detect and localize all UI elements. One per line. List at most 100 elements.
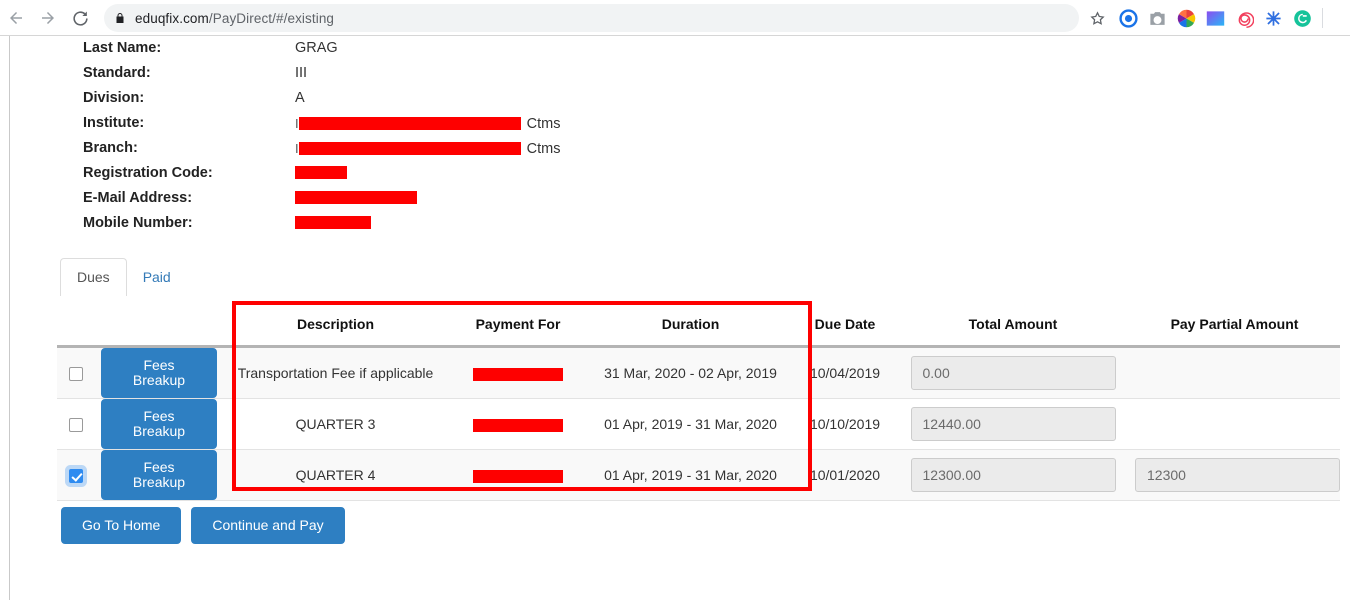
table-header-row: Description Payment For Duration Due Dat… (57, 306, 1340, 348)
row-breakup-cell: Fees Breakup (95, 398, 223, 450)
browser-nav-controls (0, 4, 94, 32)
table-row: Fees Breakup Transportation Fee if appli… (57, 346, 1340, 399)
detail-row-branch: Branch: I Ctms (83, 139, 783, 164)
row-checkbox-cell[interactable] (57, 346, 95, 399)
lock-icon (114, 11, 126, 25)
tab-paid[interactable]: Paid (127, 259, 187, 296)
url-host: eduqfix.com (135, 10, 209, 26)
toolbar-divider (1322, 8, 1323, 28)
detail-value-suffix: Ctms (526, 116, 561, 132)
spiral-extension-icon[interactable] (1235, 9, 1254, 28)
detail-row-mobile-number: Mobile Number: (83, 214, 783, 239)
row-checkbox-cell[interactable] (57, 398, 95, 450)
forward-arrow-icon[interactable] (34, 4, 62, 32)
detail-value: III (295, 65, 308, 81)
header-checkbox (57, 306, 95, 348)
detail-value: A (295, 90, 305, 106)
back-arrow-icon[interactable] (2, 4, 30, 32)
browser-toolbar: eduqfix.com/PayDirect/#/existing (0, 0, 1350, 36)
redaction-bar (295, 166, 347, 179)
row-breakup-cell: Fees Breakup (95, 449, 223, 501)
go-to-home-button[interactable]: Go To Home (61, 507, 182, 544)
detail-label: Registration Code: (83, 165, 213, 181)
extension-icons (1119, 8, 1312, 28)
detail-row-last-name: Last Name: GRAG (83, 39, 783, 64)
detail-label: Institute: (83, 115, 145, 131)
color-wheel-extension-icon[interactable] (1177, 9, 1196, 28)
row-total-amount-cell: 0.00 (897, 346, 1129, 399)
redaction-bar (473, 367, 563, 381)
knot-extension-icon[interactable] (1264, 9, 1283, 28)
detail-row-division: Division: A (83, 89, 783, 114)
header-description: Description (223, 306, 448, 348)
total-amount-input[interactable]: 12440.00 (910, 407, 1116, 441)
row-pay-partial-cell (1129, 398, 1340, 450)
detail-value (295, 164, 347, 183)
row-payment-for (448, 449, 588, 501)
student-details-list: Last Name: GRAG Standard: III Division: … (83, 39, 783, 239)
camera-extension-icon[interactable] (1148, 9, 1167, 28)
detail-label: Standard: (83, 65, 151, 81)
detail-label: Last Name: (83, 40, 162, 56)
redaction-bar (298, 142, 521, 155)
total-amount-input[interactable]: 12300.00 (910, 458, 1116, 492)
header-pay-partial-amount: Pay Partial Amount (1129, 306, 1340, 348)
row-checkbox-cell[interactable] (57, 449, 95, 501)
detail-value (295, 189, 417, 208)
url-path: /PayDirect/#/existing (208, 10, 335, 26)
row-select-checkbox[interactable] (69, 469, 83, 484)
row-duration: 01 Apr, 2019 - 31 Mar, 2020 (588, 398, 793, 450)
action-buttons: Go To Home Continue and Pay (61, 507, 345, 544)
detail-value (295, 214, 371, 233)
detail-label: E-Mail Address: (83, 190, 193, 206)
header-total-amount: Total Amount (897, 306, 1129, 348)
redaction-bar (295, 191, 417, 204)
tab-dues[interactable]: Dues (60, 258, 127, 296)
reload-icon[interactable] (66, 4, 94, 32)
gradient-square-extension-icon[interactable] (1206, 9, 1225, 28)
row-total-amount-cell: 12300.00 (897, 449, 1129, 501)
redaction-bar (298, 117, 521, 130)
table-row: Fees Breakup QUARTER 3 01 Apr, 2019 - 31… (57, 398, 1340, 450)
page-left-border (9, 36, 10, 600)
detail-label: Mobile Number: (83, 215, 193, 231)
row-pay-partial-cell: 12300 (1129, 449, 1340, 501)
row-select-checkbox[interactable] (69, 418, 83, 433)
fees-breakup-button[interactable]: Fees Breakup (101, 399, 217, 449)
detail-row-registration-code: Registration Code: (83, 164, 783, 189)
fees-breakup-button[interactable]: Fees Breakup (101, 450, 217, 500)
row-description: Transportation Fee if applicable (223, 346, 448, 399)
row-payment-for (448, 398, 588, 450)
row-total-amount-cell: 12440.00 (897, 398, 1129, 450)
row-due-date: 10/10/2019 (793, 398, 897, 450)
grammarly-extension-icon[interactable] (1293, 9, 1312, 28)
header-breakup (95, 306, 223, 348)
total-amount-input[interactable]: 0.00 (910, 356, 1116, 390)
fees-breakup-button[interactable]: Fees Breakup (101, 348, 217, 398)
redaction-bar (473, 418, 563, 432)
bookmark-star-icon[interactable] (1083, 4, 1111, 32)
row-duration: 01 Apr, 2019 - 31 Mar, 2020 (588, 449, 793, 501)
header-due-date: Due Date (793, 306, 897, 348)
row-pay-partial-cell (1129, 346, 1340, 399)
row-select-checkbox[interactable] (69, 367, 83, 382)
row-description: QUARTER 4 (223, 449, 448, 501)
row-breakup-cell: Fees Breakup (95, 346, 223, 399)
redaction-bar (473, 469, 563, 483)
row-due-date: 10/04/2019 (793, 346, 897, 399)
table-row: Fees Breakup QUARTER 4 01 Apr, 2019 - 31… (57, 449, 1340, 501)
detail-value: I Ctms (295, 116, 561, 132)
detail-label: Branch: (83, 140, 138, 156)
fees-tabs: Dues Paid (60, 258, 187, 296)
detail-value: GRAG (295, 40, 338, 56)
row-description: QUARTER 3 (223, 398, 448, 450)
address-bar[interactable]: eduqfix.com/PayDirect/#/existing (104, 4, 1079, 32)
row-payment-for (448, 346, 588, 399)
detail-row-email: E-Mail Address: (83, 189, 783, 214)
row-duration: 31 Mar, 2020 - 02 Apr, 2019 (588, 346, 793, 399)
header-payment-for: Payment For (448, 306, 588, 348)
detail-value: I Ctms (295, 141, 561, 157)
pay-partial-amount-input[interactable]: 12300 (1135, 458, 1340, 492)
continue-and-pay-button[interactable]: Continue and Pay (191, 507, 345, 544)
blue-circle-extension-icon[interactable] (1119, 8, 1138, 28)
